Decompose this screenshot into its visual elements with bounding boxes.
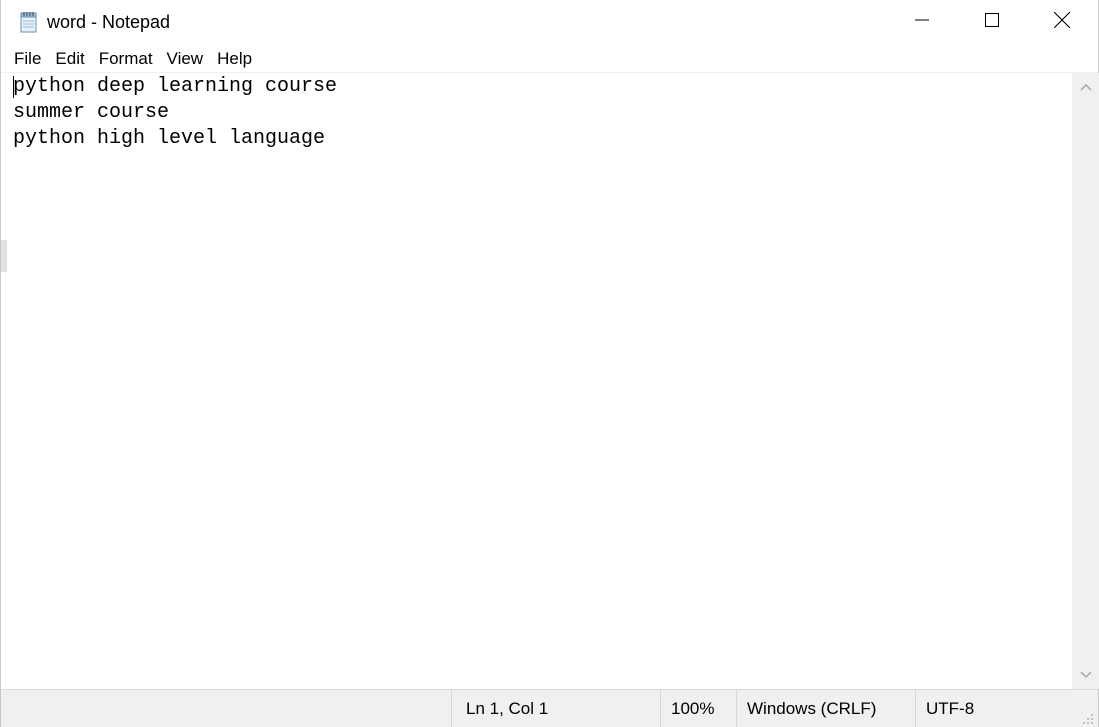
chevron-up-icon <box>1079 78 1092 96</box>
notepad-icon <box>19 9 39 33</box>
minimize-icon <box>915 13 929 32</box>
menu-edit[interactable]: Edit <box>48 44 91 73</box>
scroll-down-button[interactable] <box>1072 661 1099 689</box>
zoom-level: 100% <box>660 690 736 727</box>
close-icon <box>1053 11 1071 33</box>
encoding: UTF-8 <box>915 690 1099 727</box>
maximize-button[interactable] <box>957 0 1027 44</box>
minimize-button[interactable] <box>887 0 957 44</box>
resize-grip-icon[interactable] <box>1082 712 1094 724</box>
window-title: word - Notepad <box>47 12 171 32</box>
text-editor[interactable]: python deep learning course summer cours… <box>7 73 1072 689</box>
editor-line: python high level language <box>13 127 326 150</box>
menu-help[interactable]: Help <box>210 44 259 73</box>
vertical-scrollbar[interactable] <box>1072 73 1099 689</box>
menu-file[interactable]: File <box>7 44 48 73</box>
editor-line: summer course <box>13 101 170 124</box>
title-bar[interactable]: word - Notepad <box>1 0 1098 44</box>
notepad-window: word - Notepad File Edit Format View Hel… <box>0 0 1099 727</box>
menu-format[interactable]: Format <box>92 44 160 73</box>
status-bar: Ln 1, Col 1 100% Windows (CRLF) UTF-8 <box>1 689 1098 727</box>
editor-line: python deep learning course <box>13 75 338 98</box>
menu-view[interactable]: View <box>160 44 211 73</box>
line-ending: Windows (CRLF) <box>736 690 915 727</box>
close-button[interactable] <box>1027 0 1097 44</box>
chevron-down-icon <box>1079 666 1092 684</box>
menu-bar: File Edit Format View Help <box>1 44 1098 73</box>
cursor-position: Ln 1, Col 1 <box>451 690 660 727</box>
scroll-up-button[interactable] <box>1072 73 1099 101</box>
maximize-icon <box>985 12 999 32</box>
